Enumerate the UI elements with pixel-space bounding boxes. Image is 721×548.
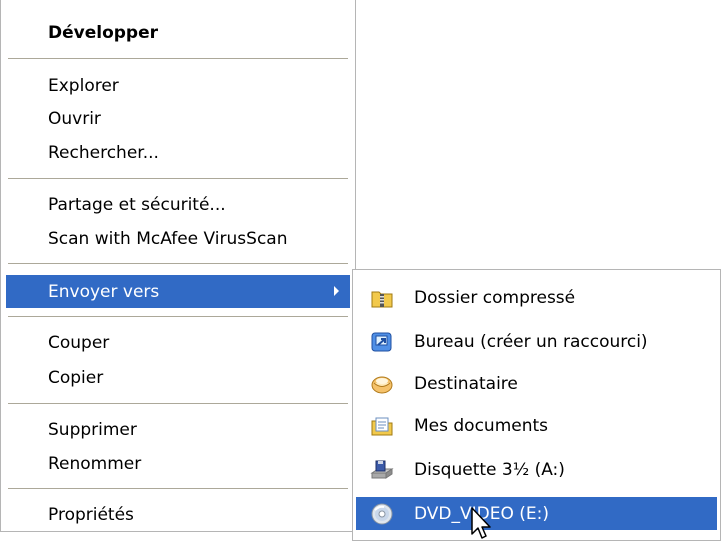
- menu-item-label: Rechercher...: [48, 142, 159, 163]
- menu-separator: [8, 178, 348, 179]
- menu-separator: [8, 316, 348, 317]
- menu-item-label: Explorer: [48, 75, 119, 96]
- menu-item-rechercher[interactable]: Rechercher...: [6, 136, 350, 169]
- menu-item-envoyer-vers[interactable]: Envoyer vers: [6, 275, 350, 308]
- send-to-submenu: Dossier compressé Bureau (créer un racco…: [352, 269, 721, 541]
- menu-item-mcafee-scan[interactable]: Scan with McAfee VirusScan: [6, 222, 350, 255]
- submenu-item-mes-documents[interactable]: Mes documents: [356, 409, 717, 442]
- menu-item-ouvrir[interactable]: Ouvrir: [6, 102, 350, 135]
- menu-item-label: Propriétés: [48, 504, 134, 525]
- menu-separator: [8, 403, 348, 404]
- menu-item-label: Ouvrir: [48, 108, 101, 129]
- menu-item-label: Supprimer: [48, 419, 137, 440]
- menu-item-couper[interactable]: Couper: [6, 326, 350, 359]
- menu-item-proprietes[interactable]: Propriétés: [6, 498, 350, 531]
- menu-item-supprimer[interactable]: Supprimer: [6, 413, 350, 446]
- submenu-item-label: Destinataire: [414, 373, 518, 394]
- my-documents-icon: [371, 417, 393, 436]
- menu-item-label: Couper: [48, 332, 110, 353]
- submenu-item-disquette[interactable]: Disquette 3½ (A:): [356, 453, 717, 486]
- menu-item-developper[interactable]: Développer: [6, 16, 350, 49]
- menu-separator: [8, 58, 348, 59]
- menu-separator: [8, 263, 348, 264]
- menu-item-label: Scan with McAfee VirusScan: [48, 228, 288, 249]
- menu-item-label: Partage et sécurité...: [48, 194, 226, 215]
- submenu-item-label: Bureau (créer un raccourci): [414, 331, 648, 352]
- context-menu: Développer Explorer Ouvrir Rechercher...…: [0, 0, 356, 532]
- menu-item-copier[interactable]: Copier: [6, 361, 350, 394]
- submenu-item-destinataire[interactable]: Destinataire: [356, 367, 717, 400]
- menu-item-label: Renommer: [48, 453, 142, 474]
- menu-item-label: Copier: [48, 367, 104, 388]
- submenu-item-label: Disquette 3½ (A:): [414, 459, 565, 480]
- mail-recipient-icon: [371, 376, 393, 394]
- submenu-item-label: Dossier compressé: [414, 287, 576, 308]
- menu-item-renommer[interactable]: Renommer: [6, 447, 350, 480]
- submenu-item-label: Mes documents: [414, 415, 549, 436]
- floppy-drive-icon: [370, 460, 394, 479]
- menu-item-explorer[interactable]: Explorer: [6, 69, 350, 102]
- menu-item-label: Envoyer vers: [48, 281, 160, 302]
- submenu-item-bureau-raccourci[interactable]: Bureau (créer un raccourci): [356, 325, 717, 358]
- menu-separator: [8, 488, 348, 489]
- zip-folder-icon: [371, 291, 393, 308]
- submenu-item-dvd-video[interactable]: DVD_VIDEO (E:): [356, 497, 717, 530]
- submenu-arrow-icon: [334, 286, 339, 296]
- dvd-drive-icon: [371, 503, 393, 525]
- mouse-pointer-icon: [471, 507, 491, 539]
- submenu-item-dossier-compresse[interactable]: Dossier compressé: [356, 281, 717, 314]
- menu-item-label: Développer: [48, 22, 159, 43]
- menu-item-partage-securite[interactable]: Partage et sécurité...: [6, 188, 350, 221]
- desktop-shortcut-icon: [371, 332, 392, 352]
